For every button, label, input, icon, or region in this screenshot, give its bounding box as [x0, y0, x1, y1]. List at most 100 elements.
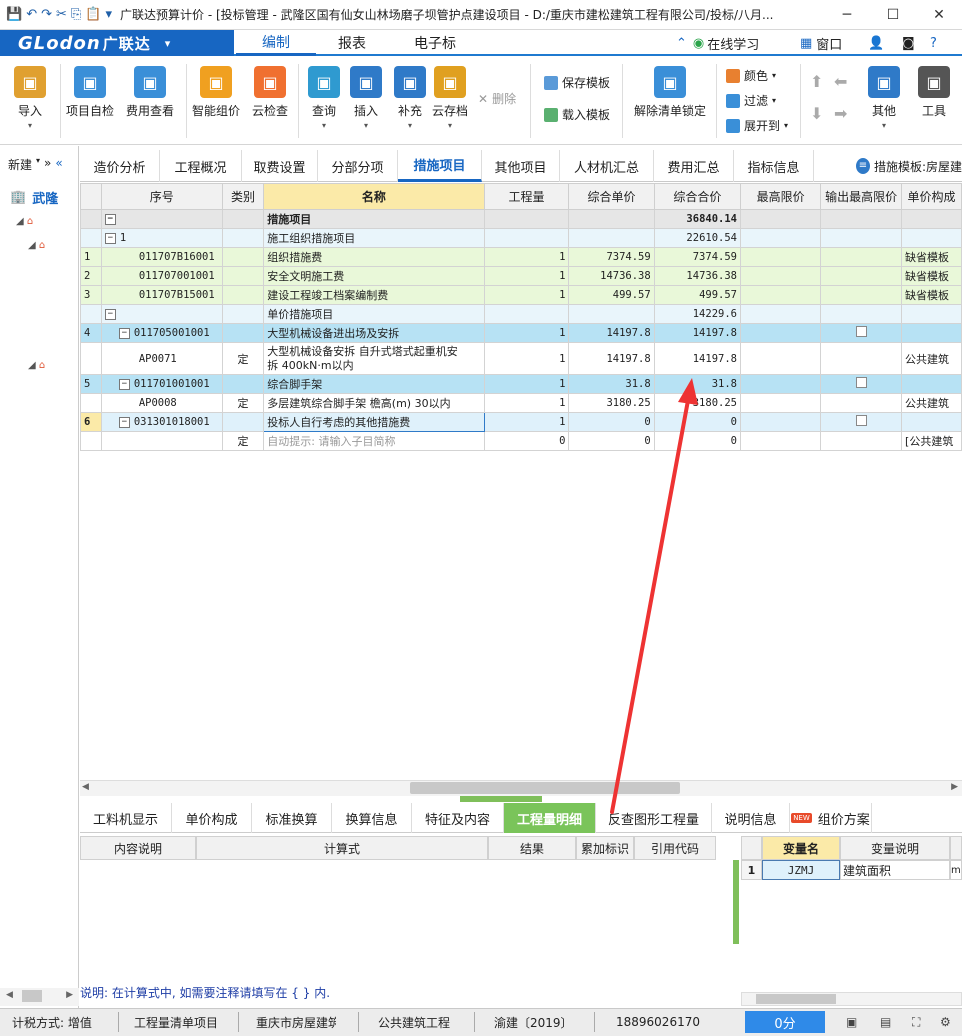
row-quantity[interactable] — [483, 304, 570, 324]
row-unit-price[interactable]: 14197.8 — [568, 323, 655, 343]
col-result[interactable]: 结果 — [488, 836, 576, 860]
row-max-price[interactable] — [739, 247, 822, 267]
table-row[interactable]: 4−011705001001 大型机械设备进出场及安拆 1 14197.8 14197.… — [80, 323, 962, 343]
save-template-button[interactable]: 保存模板 — [544, 74, 610, 91]
grid-col-6[interactable]: 综合合价 — [653, 183, 742, 210]
expand-to-button[interactable]: 展开到 ▾ — [726, 117, 788, 134]
settings-icon[interactable]: ⚙ — [940, 1008, 956, 1036]
detail-tab-0[interactable]: 工料机显示 — [80, 803, 172, 833]
row-price-composition[interactable] — [901, 209, 962, 229]
ribbon-button-import[interactable]: ▣ 导入 ▾ — [14, 66, 46, 130]
row-category[interactable] — [221, 323, 265, 343]
save-icon[interactable]: 💾 — [6, 7, 22, 22]
row-max-price[interactable] — [739, 323, 822, 343]
row-code[interactable]: 011707B16001 — [100, 247, 223, 267]
collapse-toggle-icon[interactable]: − — [104, 213, 116, 225]
row-code[interactable]: 011707001001 — [100, 266, 223, 286]
delete-button[interactable]: ✕ 删除 — [478, 90, 516, 107]
collapse-toggle-icon[interactable]: − — [118, 378, 130, 390]
row-price-composition[interactable]: 缺省模板 — [901, 247, 962, 267]
row-unit-price[interactable] — [568, 304, 655, 324]
ribbon-button-other[interactable]: ▣ 其他 ▾ — [868, 66, 900, 130]
ribbon-button-unlock[interactable]: ▣ 解除清单锁定 — [634, 66, 706, 119]
row-name[interactable]: 建设工程竣工档案编制费 — [263, 285, 485, 305]
row-total-price[interactable]: 14197.8 — [653, 323, 742, 343]
new-button[interactable]: 新建 ▾ » « — [8, 156, 63, 173]
row-category[interactable] — [221, 209, 265, 229]
row-name[interactable]: 多层建筑综合脚手架 檐高(m) 30以内 — [263, 393, 485, 413]
table-row[interactable]: 5−011701001001 综合脚手架 1 31.8 31.8 — [80, 374, 962, 394]
row-output-max[interactable] — [820, 266, 903, 286]
row-unit-price[interactable] — [568, 228, 655, 248]
row-total-price[interactable]: 36840.14 — [653, 209, 742, 229]
row-quantity[interactable]: 1 — [483, 412, 570, 432]
row-output-max[interactable] — [820, 342, 903, 375]
detail-tab-4[interactable]: 特征及内容 — [412, 803, 504, 833]
formula-detail-body[interactable] — [80, 860, 732, 980]
row-name[interactable]: 自动提示: 请输入子目简称 — [263, 431, 485, 451]
move-left-icon[interactable]: ⬅ — [834, 72, 847, 91]
row-unit-price[interactable]: 31.8 — [568, 374, 655, 394]
row-output-max[interactable] — [820, 228, 903, 248]
row-quantity[interactable] — [483, 228, 570, 248]
row-output-max[interactable] — [820, 304, 903, 324]
table-row[interactable]: 1 011707B16001 组织措施费 1 7374.59 7374.59 缺省模板 — [80, 247, 962, 267]
row-name[interactable]: 单价措施项目 — [263, 304, 485, 324]
undo-icon[interactable]: ↶ — [26, 7, 37, 22]
var-panel-splitter[interactable] — [733, 860, 739, 944]
row-output-max[interactable] — [820, 393, 903, 413]
row-code[interactable]: − — [100, 304, 223, 324]
collapse-panel-icon[interactable]: « — [55, 156, 62, 173]
row-output-max[interactable] — [820, 431, 903, 451]
ribbon-button-fee-view[interactable]: ▣ 费用查看 — [126, 66, 174, 119]
fit-icon[interactable]: ▣ — [846, 1008, 862, 1036]
grid-col-3[interactable]: 名称 — [263, 183, 485, 210]
row-total-price[interactable]: 7374.59 — [653, 247, 742, 267]
var-scroll-thumb[interactable] — [756, 994, 836, 1004]
tree-scrollbar[interactable]: ◀ ▶ — [0, 988, 79, 1006]
row-price-composition[interactable]: 缺省模板 — [901, 285, 962, 305]
detail-tab-6[interactable]: 反查图形工程量 — [596, 803, 712, 833]
row-unit-price[interactable]: 0 — [568, 431, 655, 451]
col-accumulate[interactable]: 累加标识 — [576, 836, 634, 860]
ribbon-button-supplement[interactable]: ▣ 补充 ▾ — [394, 66, 426, 130]
row-total-price[interactable]: 14229.6 — [653, 304, 742, 324]
row-output-max[interactable] — [820, 285, 903, 305]
copy-icon[interactable]: ⎘ — [71, 7, 81, 22]
row-price-composition[interactable]: 公共建筑 — [901, 393, 962, 413]
ribbon-button-smart-price[interactable]: ▣ 智能组价 — [192, 66, 240, 119]
tree-scroll-left-icon[interactable]: ◀ — [6, 990, 13, 1000]
scroll-right-icon[interactable]: ▶ — [951, 782, 958, 792]
row-total-price[interactable]: 22610.54 — [653, 228, 742, 248]
row-output-max[interactable] — [820, 412, 903, 432]
row-price-composition[interactable] — [901, 228, 962, 248]
row-code[interactable]: − — [100, 209, 223, 229]
row-price-composition[interactable]: [公共建筑 — [901, 431, 962, 451]
row-max-price[interactable] — [739, 209, 822, 229]
row-total-price[interactable]: 31.8 — [653, 374, 742, 394]
detail-tab-5[interactable]: 工程量明细 — [504, 803, 596, 833]
view-tab-8[interactable]: 指标信息 — [734, 150, 814, 182]
layout-icon[interactable]: ▤ — [880, 1008, 896, 1036]
row-max-price[interactable] — [739, 266, 822, 286]
row-category[interactable] — [221, 412, 265, 432]
cut-icon[interactable]: ✂ — [56, 7, 67, 22]
row-unit-price[interactable]: 7374.59 — [568, 247, 655, 267]
row-category[interactable] — [221, 266, 265, 286]
row-quantity[interactable]: 0 — [483, 431, 570, 451]
row-price-composition[interactable] — [901, 323, 962, 343]
ribbon-button-cloud-check[interactable]: ▣ 云检查 — [252, 66, 288, 119]
row-name[interactable]: 措施项目 — [263, 209, 485, 229]
row-code[interactable]: AP0008 — [100, 393, 223, 413]
var-desc-cell[interactable]: 建筑面积 — [840, 860, 950, 880]
ribbon-button-query[interactable]: ▣ 查询 ▾ — [308, 66, 340, 130]
menu-tab-edit[interactable]: 编制 — [236, 30, 316, 56]
detail-tab-3[interactable]: 换算信息 — [332, 803, 412, 833]
view-tab-2[interactable]: 取费设置 — [242, 150, 318, 182]
row-max-price[interactable] — [739, 393, 822, 413]
col-formula[interactable]: 计算式 — [196, 836, 488, 860]
detail-tab-2[interactable]: 标准换算 — [252, 803, 332, 833]
menu-tab-etender[interactable]: 电子标 — [392, 30, 478, 56]
view-tab-6[interactable]: 人材机汇总 — [560, 150, 654, 182]
table-row[interactable]: 3 011707B15001 建设工程竣工档案编制费 1 499.57 499.57 缺省模… — [80, 285, 962, 305]
